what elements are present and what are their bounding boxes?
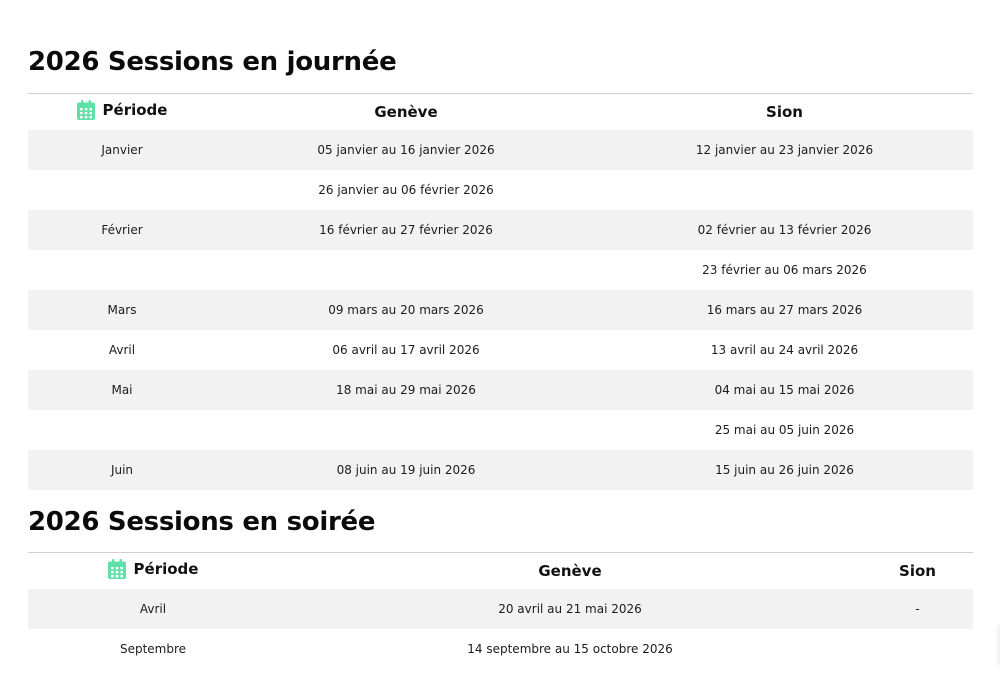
table-row: Septembre 14 septembre au 15 octobre 202… [28,629,973,669]
period-cell: Septembre [119,642,187,656]
sion-header: Sion [766,103,803,121]
period-cell [28,410,216,450]
geneve-cell: 18 mai au 29 mai 2026 [216,370,596,410]
period-header: Période [28,94,216,131]
geneve-header: Genève [374,103,438,121]
table-header-row: Période Genève Sion [28,553,973,590]
geneve-cell: 09 mars au 20 mars 2026 [216,290,596,330]
geneve-cell [216,410,596,450]
sion-cell [862,629,973,669]
day-sessions-title: 2026 Sessions en journée [28,47,397,77]
period-cell: Juin [28,450,216,490]
period-cell: Avril [28,589,278,629]
geneve-cell: 06 avril au 17 avril 2026 [332,343,480,357]
geneve-cell: 05 janvier au 16 janvier 2026 [216,130,596,170]
sion-cell: 23 février au 06 mars 2026 [702,263,867,277]
period-cell: Janvier [28,130,216,170]
table-row: Juin 08 juin au 19 juin 2026 15 juin au … [28,450,973,490]
sion-cell: 25 mai au 05 juin 2026 [714,423,855,437]
sion-cell: 15 juin au 26 juin 2026 [596,450,973,490]
sion-cell: 04 mai au 15 mai 2026 [596,370,973,410]
geneve-cell [216,250,596,290]
period-cell: Avril [108,343,136,357]
day-sessions-section: 2026 Sessions en journée Période Genève … [28,40,973,490]
table-row: Mai 18 mai au 29 mai 2026 04 mai au 15 m… [28,370,973,410]
period-header-label: Période [102,101,168,119]
geneve-cell: 16 février au 27 février 2026 [216,210,596,250]
period-cell: Mai [28,370,216,410]
period-cell: Mars [28,290,216,330]
period-cell [28,170,216,210]
scroll-edge-shadow [994,625,1000,665]
geneve-cell: 14 septembre au 15 octobre 2026 [467,642,673,656]
period-header: Période [28,553,278,590]
sion-cell [596,170,973,210]
sion-header: Sion [899,562,936,580]
table-row: Mars 09 mars au 20 mars 2026 16 mars au … [28,290,973,330]
sion-cell: 12 janvier au 23 janvier 2026 [596,130,973,170]
table-row: 23 février au 06 mars 2026 [28,250,973,290]
period-header-label: Période [133,560,199,578]
table-row: Avril 20 avril au 21 mai 2026 - [28,589,973,629]
period-cell [28,250,216,290]
geneve-header: Genève [538,562,602,580]
geneve-cell: 20 avril au 21 mai 2026 [278,589,862,629]
sion-cell: 02 février au 13 février 2026 [596,210,973,250]
table-row: Janvier 05 janvier au 16 janvier 2026 12… [28,130,973,170]
geneve-cell: 08 juin au 19 juin 2026 [216,450,596,490]
table-row: Février 16 février au 27 février 2026 02… [28,210,973,250]
sion-cell: 16 mars au 27 mars 2026 [596,290,973,330]
geneve-cell: 26 janvier au 06 février 2026 [318,183,494,197]
table-row: Avril 06 avril au 17 avril 2026 13 avril… [28,330,973,370]
sion-cell: - [862,589,973,629]
day-sessions-table: Période Genève Sion Janvier 05 janvier a… [28,93,973,490]
calendar-icon [76,100,95,120]
calendar-icon [107,559,126,579]
evening-sessions-table: Période Genève Sion Avril 20 avril au 21… [28,552,973,669]
table-header-row: Période Genève Sion [28,94,973,131]
evening-sessions-section: 2026 Sessions en soirée Période Genève S… [28,500,973,669]
sion-cell: 13 avril au 24 avril 2026 [710,343,859,357]
period-cell: Février [28,210,216,250]
table-row: 25 mai au 05 juin 2026 [28,410,973,450]
table-row: 26 janvier au 06 février 2026 [28,170,973,210]
evening-sessions-title: 2026 Sessions en soirée [28,507,376,537]
